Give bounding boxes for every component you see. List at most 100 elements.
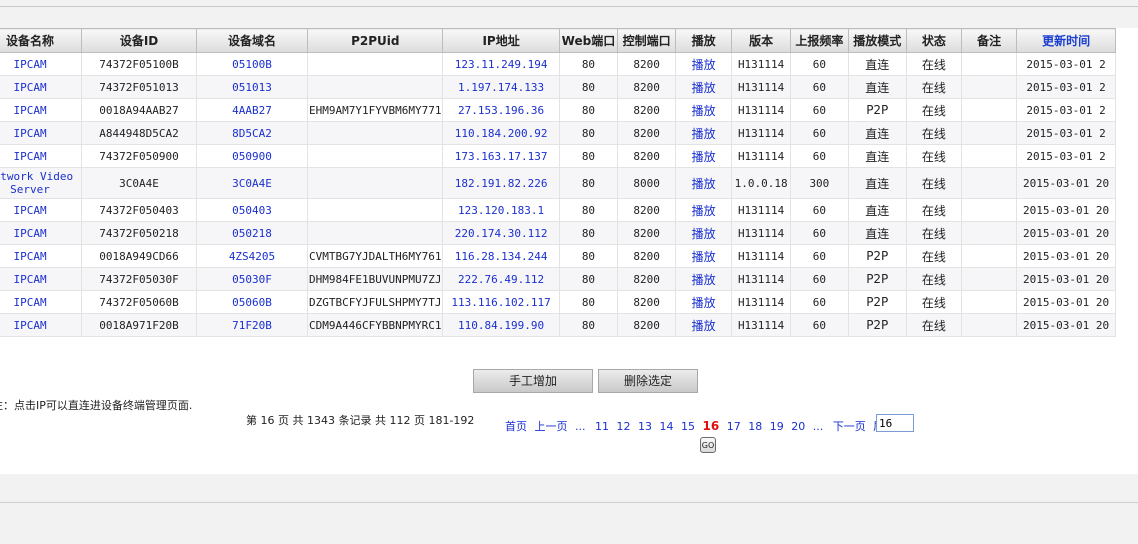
play-link[interactable]: 播放 [675,313,733,337]
page-link[interactable]: 12 [617,420,631,433]
device-name-link[interactable]: IPCAM [0,221,83,245]
page-link[interactable]: 17 [727,420,741,433]
ip-link[interactable]: 27.153.196.36 [442,98,560,122]
table-row: IPCAM 0018A949CD66 4ZS4205 CVMTBG7YJDALT… [0,244,1116,268]
play-link[interactable]: 播放 [675,98,733,122]
ip-link[interactable]: 116.28.134.244 [442,244,560,268]
ip-link[interactable]: 110.184.200.92 [442,121,560,145]
device-name-link[interactable]: IPCAM [0,244,83,268]
device-name-link[interactable]: IPCAM [0,313,83,337]
page-link[interactable]: 14 [660,420,674,433]
device-name-link[interactable]: IPCAM [0,198,83,222]
go-button[interactable]: GO [700,437,716,453]
play-link[interactable]: 播放 [675,267,733,291]
page-link[interactable]: 13 [638,420,652,433]
play-link[interactable]: 播放 [675,198,733,222]
device-name-link[interactable]: Network Video Server [0,167,83,199]
ip-link[interactable]: 123.11.249.194 [442,52,560,76]
updated-cell: 2015-03-01 20 [1016,244,1116,268]
device-domain-link[interactable]: 3C0A4E [195,167,309,199]
play-mode-cell: 直连 [847,121,907,145]
col-header-status[interactable]: 状态 [905,28,963,53]
report-freq-cell: 60 [789,267,849,291]
play-link[interactable]: 播放 [675,144,733,168]
device-name-link[interactable]: IPCAM [0,144,83,168]
top-toolbar-strip [0,0,1138,7]
status-cell: 在线 [905,198,963,222]
add-manually-button[interactable]: 手工增加 [473,369,593,393]
ip-link[interactable]: 220.174.30.112 [442,221,560,245]
col-header-report-freq[interactable]: 上报频率 [789,28,849,53]
device-domain-link[interactable]: 71F20B [195,313,309,337]
device-id-cell: 0018A971F20B [81,313,197,337]
ip-link[interactable]: 113.116.102.117 [442,290,560,314]
web-port-cell: 80 [558,167,619,199]
report-freq-cell: 60 [789,121,849,145]
delete-selected-button[interactable]: 删除选定 [598,369,698,393]
play-link[interactable]: 播放 [675,167,733,199]
device-domain-link[interactable]: 8D5CA2 [195,121,309,145]
col-header-play-mode[interactable]: 播放模式 [847,28,907,53]
ip-direct-connect-note: 注：点击IP可以直连进设备终端管理页面. [0,399,193,412]
first-page-link[interactable]: 首页 [505,420,527,433]
page-link[interactable]: 20 [791,420,805,433]
col-header-play[interactable]: 播放 [675,28,733,53]
web-port-cell: 80 [558,198,619,222]
page-link[interactable]: 19 [770,420,784,433]
status-cell: 在线 [905,75,963,99]
col-header-web-port[interactable]: Web端口 [558,28,619,53]
play-mode-cell: 直连 [847,52,907,76]
version-cell: H131114 [731,267,791,291]
page-link[interactable]: 11 [595,420,609,433]
col-header-note[interactable]: 备注 [961,28,1018,53]
device-domain-link[interactable]: 05100B [195,52,309,76]
device-domain-link[interactable]: 4AAB27 [195,98,309,122]
report-freq-cell: 60 [789,75,849,99]
col-header-p2puid[interactable]: P2PUid [307,28,444,53]
device-name-link[interactable]: IPCAM [0,290,83,314]
page-number-input[interactable] [876,414,914,432]
col-header-ctrl-port[interactable]: 控制端口 [617,28,677,53]
play-link[interactable]: 播放 [675,244,733,268]
ip-link[interactable]: 123.120.183.1 [442,198,560,222]
play-link[interactable]: 播放 [675,290,733,314]
col-header-device-domain[interactable]: 设备域名 [195,28,309,53]
device-domain-link[interactable]: 05030F [195,267,309,291]
ip-link[interactable]: 222.76.49.112 [442,267,560,291]
page-link[interactable]: 18 [748,420,762,433]
device-name-link[interactable]: IPCAM [0,52,83,76]
prev-page-link[interactable]: 上一页 [535,420,568,433]
device-name-link[interactable]: IPCAM [0,267,83,291]
device-name-link[interactable]: IPCAM [0,98,83,122]
device-name-link[interactable]: IPCAM [0,75,83,99]
device-id-cell: 74372F050900 [81,144,197,168]
web-port-cell: 80 [558,267,619,291]
col-header-version[interactable]: 版本 [731,28,791,53]
col-header-updated[interactable]: 更新时间 [1016,28,1116,53]
ip-link[interactable]: 173.163.17.137 [442,144,560,168]
table-row: IPCAM 74372F05030F 05030F DHM984FE1BUVUN… [0,267,1116,291]
page-link[interactable]: 15 [681,420,695,433]
version-cell: 1.0.0.18 [731,167,791,199]
device-domain-link[interactable]: 050900 [195,144,309,168]
report-freq-cell: 60 [789,198,849,222]
play-link[interactable]: 播放 [675,121,733,145]
device-domain-link[interactable]: 050218 [195,221,309,245]
ip-link[interactable]: 1.197.174.133 [442,75,560,99]
table-row: IPCAM 0018A94AAB27 4AAB27 EHM9AM7Y1FYVBM… [0,98,1116,122]
ip-link[interactable]: 110.84.199.90 [442,313,560,337]
next-page-link[interactable]: 下一页 [833,420,866,433]
col-header-device-name[interactable]: 设备名称 [0,28,83,53]
device-name-link[interactable]: IPCAM [0,121,83,145]
device-domain-link[interactable]: 05060B [195,290,309,314]
device-domain-link[interactable]: 050403 [195,198,309,222]
play-link[interactable]: 播放 [675,52,733,76]
col-header-ip[interactable]: IP地址 [442,28,560,53]
play-link[interactable]: 播放 [675,75,733,99]
device-domain-link[interactable]: 051013 [195,75,309,99]
device-domain-link[interactable]: 4ZS4205 [195,244,309,268]
ctrl-port-cell: 8200 [617,267,677,291]
ip-link[interactable]: 182.191.82.226 [442,167,560,199]
col-header-device-id[interactable]: 设备ID [81,28,197,53]
play-link[interactable]: 播放 [675,221,733,245]
